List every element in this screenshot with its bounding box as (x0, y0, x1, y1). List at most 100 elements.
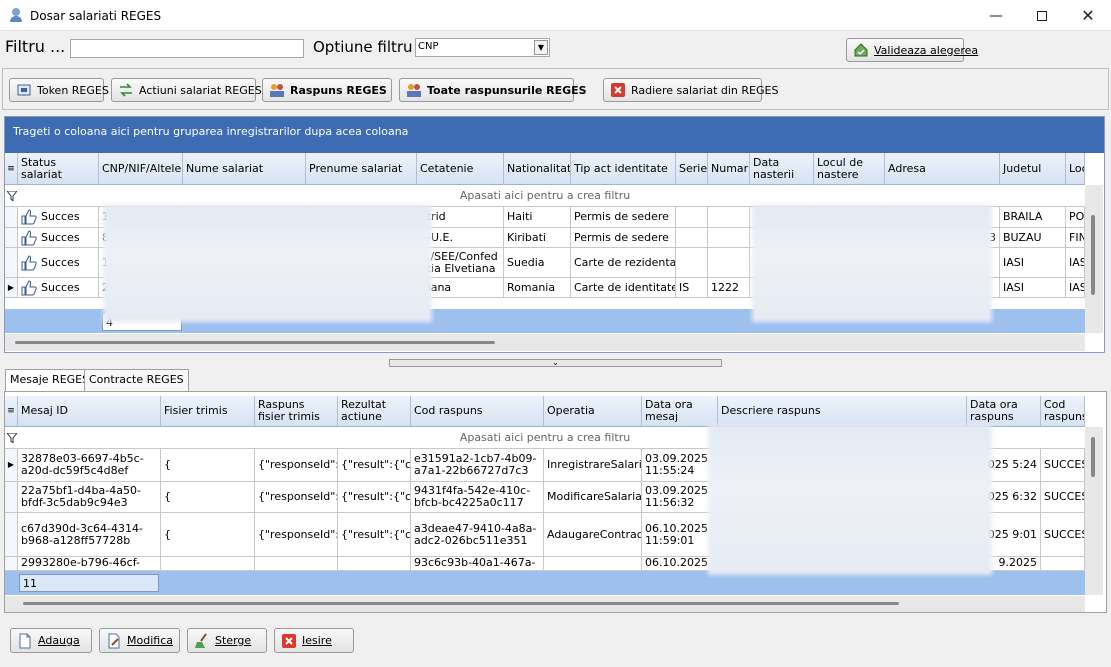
table-cell: 06.10.2025 (642, 557, 718, 571)
table-cell: {"responseId":"a (255, 513, 338, 557)
maximize-button[interactable] (1019, 0, 1065, 31)
column-header[interactable]: Locul de nastere (814, 153, 885, 185)
column-header[interactable]: Nume salariat (183, 153, 306, 185)
grid1-filter-row[interactable]: Apasati aici pentru a crea filtru (5, 185, 1085, 207)
table-cell: Carte de identitate (571, 278, 676, 298)
table-cell: SUCCES (1041, 513, 1085, 557)
column-header[interactable]: Mesaj ID (18, 396, 161, 427)
filter-label: Filtru ... (5, 37, 66, 56)
table-cell: 1222 (708, 278, 750, 298)
redacted-area (752, 205, 992, 322)
token-button[interactable]: Token REGES (9, 78, 109, 102)
table-cell: a3deae47-9410-4a8a-adc2-026bc511e351 (411, 513, 544, 557)
column-header[interactable]: Loc (1066, 153, 1085, 185)
filter-input[interactable] (70, 39, 304, 58)
filter-option-select[interactable]: CNP ▼ (415, 38, 550, 57)
column-header[interactable]: Raspuns fisier trimis (255, 396, 338, 427)
column-header[interactable]: Data nasterii (750, 153, 814, 185)
column-header[interactable]: Descriere raspuns (718, 396, 967, 427)
modify-label: Modifica (127, 634, 173, 647)
column-header[interactable]: Prenume salariat (306, 153, 417, 185)
row-selector-header[interactable]: ≡ (5, 396, 18, 427)
column-header[interactable]: Cetatenie (417, 153, 504, 185)
row-selector[interactable] (5, 207, 18, 228)
row-selector[interactable] (5, 248, 18, 278)
table-cell (255, 557, 338, 571)
column-header[interactable]: Adresa (885, 153, 1000, 185)
close-button[interactable]: ✕ (1065, 0, 1111, 31)
table-cell: Succes (18, 207, 99, 228)
window-title: Dosar salariati REGES (30, 9, 162, 23)
tab-mesaje-reges[interactable]: Mesaje REGES (5, 369, 95, 391)
redacted-area (103, 205, 432, 322)
table-cell: {"result":{"coo (338, 513, 411, 557)
table-cell: Succes (18, 228, 99, 248)
table-cell: BRAILA (1000, 207, 1066, 228)
all-responses-button[interactable]: Toate raspunsurile REGES (399, 78, 587, 102)
column-header[interactable]: Nationalitate (504, 153, 571, 185)
row-selector[interactable]: ▶ (5, 449, 18, 482)
actions-button[interactable]: Actiuni salariat REGES (111, 78, 262, 102)
column-header[interactable]: Fisier trimis (161, 396, 255, 427)
column-header[interactable]: CNP/NIF/Altele (99, 153, 183, 185)
splitter-handle[interactable]: ⌄ (389, 359, 722, 367)
all-responses-label: Toate raspunsurile REGES (427, 83, 587, 97)
column-header[interactable]: Tip act identitate (571, 153, 676, 185)
grid2-vscrollbar[interactable] (1085, 427, 1103, 595)
table-cell (544, 557, 642, 571)
table-cell: IAS (1066, 278, 1085, 298)
row-selector[interactable]: ▶ (5, 278, 18, 298)
table-cell (708, 248, 750, 278)
delete-button[interactable]: Sterge (187, 628, 267, 653)
column-header[interactable]: Status salariat (18, 153, 99, 185)
group-panel: Trageti o coloana aici pentru gruparea i… (5, 117, 1104, 153)
column-header[interactable]: Data ora raspuns (967, 396, 1041, 427)
table-cell: { (161, 482, 255, 513)
column-header[interactable]: Numar (708, 153, 750, 185)
add-button[interactable]: Adauga (10, 628, 92, 653)
people-icon (270, 84, 284, 97)
actions-label: Actiuni salariat REGES (139, 83, 262, 97)
validate-label: Valideaza alegerea (874, 43, 979, 57)
filter-option-value: CNP (418, 41, 439, 52)
row-selector-header[interactable]: ≡ (5, 153, 18, 185)
exit-button[interactable]: Iesire (274, 628, 354, 653)
table-cell: Permis de sedere (571, 207, 676, 228)
response-button[interactable]: Raspuns REGES (262, 78, 392, 102)
tab-contracte-reges[interactable]: Contracte REGES (84, 369, 189, 391)
chevron-down-icon[interactable]: ▼ (534, 40, 548, 55)
table-cell: InregistrareSalariat (544, 449, 642, 482)
column-header[interactable]: Judetul (1000, 153, 1066, 185)
column-header[interactable]: Rezultat actiune (338, 396, 411, 427)
row-selector[interactable] (5, 557, 18, 571)
column-header[interactable]: Operatia (544, 396, 642, 427)
delete-reges-button[interactable]: Radiere salariat din REGES (603, 78, 778, 102)
minimize-button[interactable]: — (973, 0, 1019, 31)
table-cell: Permis de sedere (571, 228, 676, 248)
table-cell: IASI (1000, 248, 1066, 278)
validate-button[interactable]: Valideaza alegerea (846, 38, 978, 62)
add-label: Adauga (38, 634, 80, 647)
column-header[interactable]: Cod raspuns (1041, 396, 1085, 427)
row-selector[interactable] (5, 482, 18, 513)
grid1-vscrollbar[interactable] (1085, 185, 1103, 333)
table-cell: Succes (18, 248, 99, 278)
row-selector[interactable] (5, 513, 18, 557)
document-add-icon (19, 633, 31, 648)
redacted-area (708, 425, 992, 575)
grid2-hscrollbar[interactable] (5, 596, 1085, 612)
status-text: Succes (41, 280, 80, 294)
grid1-filter-hint: Apasati aici pentru a crea filtru (459, 189, 631, 202)
column-header[interactable]: Serie (676, 153, 708, 185)
grid2-filter-hint: Apasati aici pentru a crea filtru (459, 431, 631, 444)
column-header[interactable]: Cod raspuns (411, 396, 544, 427)
filter-option-label: Optiune filtru (313, 38, 413, 56)
house-check-icon (854, 43, 868, 57)
row-selector[interactable] (5, 228, 18, 248)
table-cell: 06.10.2025 11:59:01 (642, 513, 718, 557)
grid1-hscrollbar[interactable] (5, 334, 1085, 351)
modify-button[interactable]: Modifica (99, 628, 180, 653)
table-cell: e31591a2-1cb7-4b09-a7a1-22b66727d7c3 (411, 449, 544, 482)
column-header[interactable]: Data ora mesaj (642, 396, 718, 427)
table-cell: POL (1066, 207, 1085, 228)
